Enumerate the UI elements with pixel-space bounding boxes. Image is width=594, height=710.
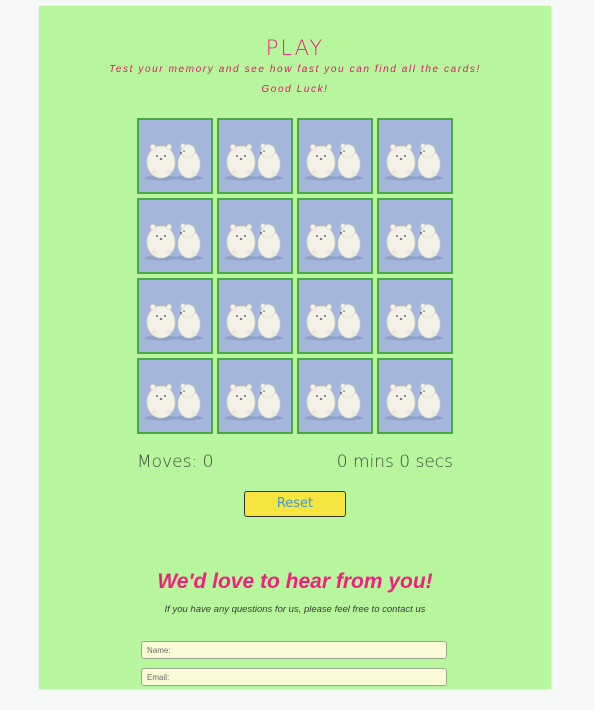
memory-card[interactable]: [377, 118, 453, 194]
good-luck-text: Good Luck!: [261, 84, 329, 95]
page-title: PLAY: [265, 36, 325, 60]
memory-card[interactable]: [137, 358, 213, 434]
memory-card[interactable]: [377, 198, 453, 274]
contact-heading: We'd love to hear from you!: [157, 570, 433, 593]
memory-card[interactable]: [217, 358, 293, 434]
memory-card[interactable]: [217, 278, 293, 354]
memory-card[interactable]: [377, 278, 453, 354]
card-deck: [137, 118, 457, 438]
memory-card[interactable]: [217, 198, 293, 274]
memory-card[interactable]: [297, 358, 373, 434]
game-page: PLAY Test your memory and see how fast y…: [39, 6, 551, 689]
email-field[interactable]: [141, 668, 447, 686]
memory-card[interactable]: [137, 278, 213, 354]
memory-card[interactable]: [297, 198, 373, 274]
game-subtitle: Test your memory and see how fast you ca…: [109, 64, 481, 75]
memory-card[interactable]: [297, 118, 373, 194]
memory-card[interactable]: [137, 118, 213, 194]
memory-card[interactable]: [137, 198, 213, 274]
contact-subheading: If you have any questions for us, please…: [164, 604, 426, 615]
name-field[interactable]: [141, 641, 447, 659]
memory-card[interactable]: [217, 118, 293, 194]
moves-counter: Moves: 0: [137, 452, 214, 472]
memory-card[interactable]: [377, 358, 453, 434]
reset-button[interactable]: Reset: [244, 491, 346, 517]
game-timer: 0 mins 0 secs: [336, 452, 453, 472]
memory-card[interactable]: [297, 278, 373, 354]
